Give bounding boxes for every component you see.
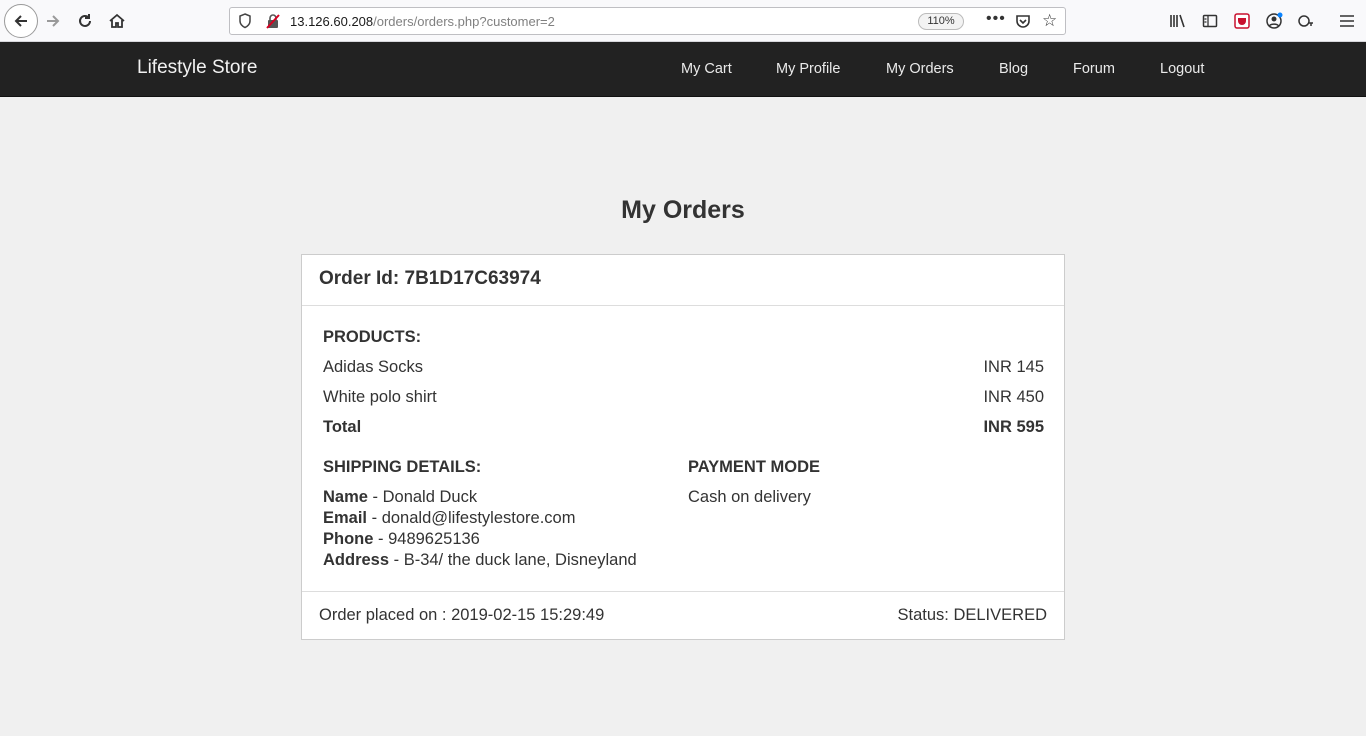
account-icon[interactable] — [1261, 8, 1287, 34]
bookmark-star-icon[interactable]: ☆ — [1042, 11, 1057, 31]
product-name: White polo shirt — [323, 388, 437, 406]
products-label: PRODUCTS: — [323, 328, 422, 346]
home-icon[interactable] — [102, 6, 132, 36]
payment-mode: Cash on delivery — [688, 488, 811, 506]
payment-details: PAYMENT MODE Cash on delivery — [688, 457, 1028, 508]
total-value: INR 595 — [983, 418, 1044, 436]
nav-logout[interactable]: Logout — [1160, 61, 1204, 77]
product-price: INR 145 — [983, 358, 1044, 376]
browser-toolbar: 13.126.60.208/orders/orders.php?customer… — [0, 0, 1366, 42]
shipping-key: Phone — [323, 530, 374, 548]
page-title: My Orders — [621, 196, 745, 224]
total-label: Total — [323, 418, 362, 436]
shipping-key: Name — [323, 488, 368, 506]
shipping-key: Email — [323, 509, 368, 527]
url-bar[interactable]: 13.126.60.208/orders/orders.php?customer… — [229, 7, 1066, 35]
insecure-lock-icon[interactable] — [265, 13, 281, 29]
site-navbar: Lifestyle Store My Cart My Profile My Or… — [0, 42, 1366, 97]
order-heading: Order Id: 7B1D17C63974 — [302, 255, 1064, 306]
reload-icon[interactable] — [70, 6, 100, 36]
shipping-phone: Phone - 9489625136 — [323, 529, 683, 550]
shipping-email: Email - donald@lifestylestore.com — [323, 508, 683, 529]
shipping-value: - 9489625136 — [373, 530, 480, 548]
order-panel: Order Id: 7B1D17C63974 PRODUCTS: Adidas … — [301, 254, 1065, 640]
shipping-details: SHIPPING DETAILS: Name - Donald Duck Ema… — [323, 457, 683, 571]
more-actions-icon[interactable]: ••• — [986, 10, 1006, 28]
menu-icon[interactable] — [1334, 8, 1360, 34]
product-price: INR 450 — [983, 388, 1044, 406]
shield-icon[interactable] — [238, 13, 252, 29]
shipping-value: - donald@lifestylestore.com — [367, 509, 576, 527]
pocket-icon[interactable] — [1015, 13, 1031, 29]
total-row: Total INR 595 — [323, 418, 1044, 437]
product-row: White polo shirt INR 450 — [323, 388, 1044, 407]
shipping-value: - B-34/ the duck lane, Disneyland — [389, 551, 637, 569]
zoom-indicator[interactable]: 110% — [918, 13, 964, 30]
shipping-name: Name - Donald Duck — [323, 487, 683, 508]
shipping-value: - Donald Duck — [367, 488, 478, 506]
nav-my-orders[interactable]: My Orders — [886, 61, 954, 77]
payment-label: PAYMENT MODE — [688, 458, 821, 476]
order-footer: Order placed on : 2019-02-15 15:29:49 St… — [302, 591, 1064, 639]
brand-logo[interactable]: Lifestyle Store — [137, 57, 257, 79]
nav-my-profile[interactable]: My Profile — [776, 61, 840, 77]
nav-blog[interactable]: Blog — [999, 61, 1028, 77]
order-status: Status: DELIVERED — [897, 606, 1047, 624]
product-row: Adidas Socks INR 145 — [323, 358, 1044, 377]
nav-my-cart[interactable]: My Cart — [681, 61, 732, 77]
order-id: Order Id: 7B1D17C63974 — [319, 268, 541, 289]
url-host: 13.126.60.208 — [290, 14, 374, 29]
extension-key-icon[interactable] — [1293, 8, 1319, 34]
nav-forum[interactable]: Forum — [1073, 61, 1115, 77]
order-placed-date: Order placed on : 2019-02-15 15:29:49 — [319, 606, 605, 624]
url-text[interactable]: 13.126.60.208/orders/orders.php?customer… — [290, 14, 555, 29]
shipping-key: Address — [323, 551, 390, 569]
shipping-label: SHIPPING DETAILS: — [323, 458, 482, 476]
library-icon[interactable] — [1165, 8, 1191, 34]
back-icon[interactable] — [4, 4, 38, 38]
extension-icon[interactable] — [1229, 8, 1255, 34]
forward-icon[interactable] — [38, 6, 68, 36]
shipping-address: Address - B-34/ the duck lane, Disneylan… — [323, 550, 683, 571]
order-body: PRODUCTS: Adidas Socks INR 145 White pol… — [302, 306, 1064, 592]
sidebar-icon[interactable] — [1197, 8, 1223, 34]
url-path: /orders/orders.php?customer=2 — [373, 14, 555, 29]
product-name: Adidas Socks — [323, 358, 423, 376]
